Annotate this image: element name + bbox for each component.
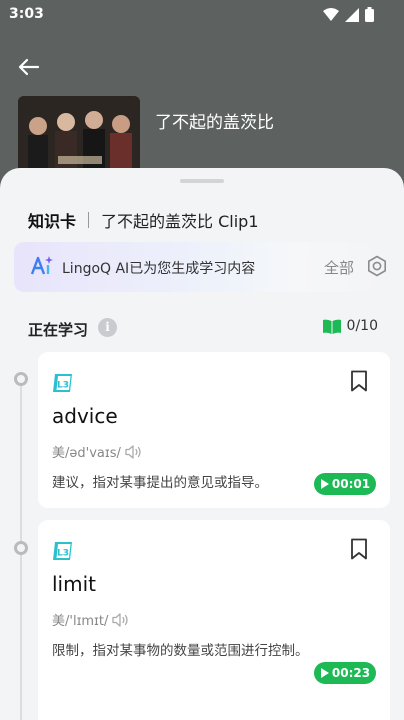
learning-row: 正在学习 i 0/10 — [28, 316, 378, 340]
progress-count: 0/10 — [346, 318, 378, 334]
play-time: 00:01 — [331, 477, 371, 491]
sheet-subtitle: 了不起的盖茨比 Clip1 — [101, 212, 259, 231]
play-icon — [320, 668, 329, 678]
word-card[interactable]: L3 limit 美/'lɪmɪt/ 限制，指对某事物的数量或范围进行控制。 0… — [38, 520, 390, 720]
timeline-dot — [14, 541, 28, 555]
play-time: 00:23 — [331, 666, 371, 680]
play-clip-button[interactable]: 00:01 — [314, 473, 376, 495]
word-text: advice — [52, 404, 118, 428]
header-divider — [88, 212, 90, 228]
ai-sparkle-icon — [30, 256, 53, 275]
sheet-title: 知识卡 — [28, 212, 77, 231]
speaker-icon[interactable] — [112, 612, 130, 627]
settings-icon[interactable] — [366, 255, 388, 277]
word-text: limit — [52, 572, 96, 596]
battery-icon — [365, 7, 374, 22]
status-time: 3:03 — [9, 6, 44, 22]
learning-label: 正在学习 — [28, 321, 89, 339]
ai-banner-text: LingoQ AI已为您生成学习内容 — [62, 261, 256, 277]
signal-icon — [345, 7, 359, 22]
play-clip-button[interactable]: 00:23 — [314, 662, 376, 684]
info-icon[interactable]: i — [98, 318, 117, 337]
progress-indicator: 0/10 — [322, 318, 378, 334]
video-title: 了不起的盖茨比 — [155, 113, 274, 133]
bookmark-icon[interactable] — [350, 370, 368, 392]
phonetic-text: 美/'lɪmɪt/ — [52, 614, 109, 629]
status-bar: 3:03 — [0, 0, 404, 32]
level-label: L3 — [57, 549, 69, 559]
wifi-icon — [323, 7, 339, 21]
level-label: L3 — [57, 381, 69, 391]
level-badge-icon: L3 — [53, 374, 72, 392]
sheet-header: 知识卡 了不起的盖茨比 Clip1 — [28, 208, 259, 232]
definition-text: 建议，指对某事提出的意见或指导。 — [52, 475, 268, 491]
definition-text: 限制，指对某事物的数量或范围进行控制。 — [52, 643, 309, 659]
back-arrow-icon[interactable] — [16, 54, 42, 80]
phonetic-row: 美/əd'vaɪs/ — [52, 442, 143, 461]
speaker-icon[interactable] — [125, 444, 143, 459]
timeline-dot — [14, 372, 28, 386]
word-card[interactable]: L3 advice 美/əd'vaɪs/ 建议，指对某事提出的意见或指导。 00… — [38, 352, 390, 508]
sheet-drag-handle[interactable] — [180, 179, 224, 183]
play-icon — [320, 479, 329, 489]
book-icon — [322, 319, 341, 334]
knowledge-card-sheet: 知识卡 了不起的盖茨比 Clip1 LingoQ AI已为您生成学习内容 全部 … — [0, 168, 404, 720]
level-badge-icon: L3 — [53, 542, 72, 560]
phonetic-text: 美/əd'vaɪs/ — [52, 446, 121, 461]
ai-banner[interactable]: LingoQ AI已为您生成学习内容 全部 — [14, 242, 390, 292]
status-icons — [323, 7, 374, 22]
all-button[interactable]: 全部 — [324, 257, 354, 278]
video-poster[interactable] — [18, 96, 140, 178]
phonetic-row: 美/'lɪmɪt/ — [52, 610, 130, 629]
bookmark-icon[interactable] — [350, 538, 368, 560]
